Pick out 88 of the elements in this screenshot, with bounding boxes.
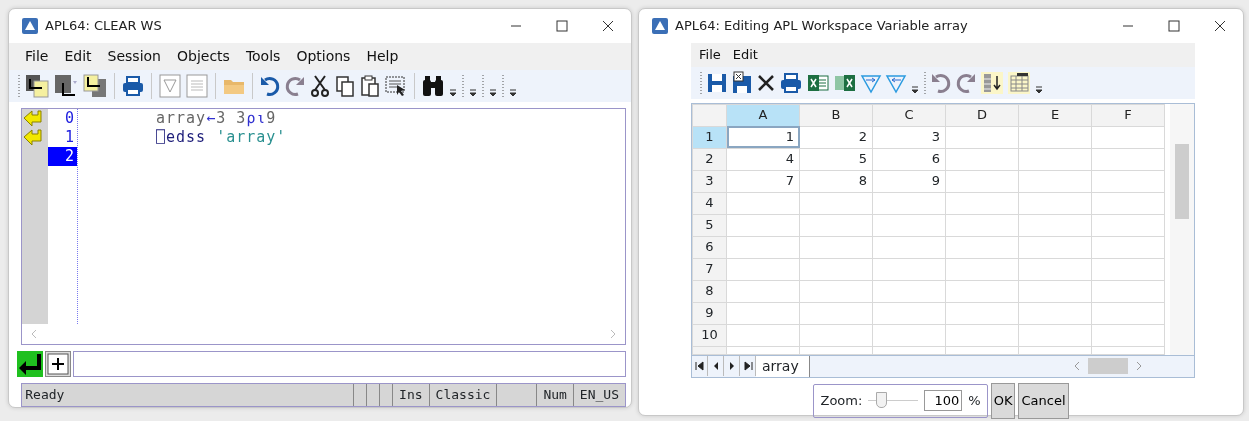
line-number: 2 [48, 147, 77, 166]
menu-item[interactable]: Edit [58, 45, 98, 68]
scroll-left-icon[interactable] [1074, 361, 1080, 371]
maximize-icon [1168, 20, 1180, 32]
menu-item[interactable]: Objects [171, 45, 236, 68]
status-text: Ready [24, 386, 66, 405]
table-cell[interactable]: 6 [872, 148, 946, 170]
zoom-input[interactable]: 100 [924, 389, 963, 412]
status-text: Num [543, 386, 567, 405]
table-cell[interactable]: 1 [726, 126, 800, 148]
paste-icon[interactable] [359, 74, 381, 98]
code-line: ⎕edss 'array' [156, 127, 287, 149]
add-button[interactable] [45, 351, 71, 377]
enter-icon [17, 351, 43, 377]
close-icon [1214, 20, 1226, 32]
menu-item[interactable]: File [19, 45, 55, 68]
undo-icon[interactable] [259, 74, 281, 98]
percent-label: % [968, 391, 981, 410]
menu-item[interactable]: File [693, 44, 727, 66]
vertical-scrollbar[interactable] [1170, 103, 1194, 355]
row-header[interactable]: 4 [692, 192, 727, 214]
print-icon[interactable] [121, 74, 145, 98]
status-text: Ins [399, 386, 423, 405]
column-header[interactable]: D [945, 104, 1019, 126]
toolbar-grip-icon [461, 73, 465, 99]
zoom-label: Zoom: [820, 391, 863, 410]
code-line: array←3 3⍴⍳9 [156, 108, 277, 129]
row-header[interactable]: 9 [692, 302, 727, 324]
row-header[interactable]: 8 [692, 280, 727, 302]
cut-icon[interactable] [309, 74, 331, 98]
table-cell[interactable]: 4 [726, 148, 800, 170]
layout-icon[interactable] [24, 73, 50, 99]
column-header[interactable]: C [872, 104, 946, 126]
menu-item[interactable]: Session [101, 45, 167, 68]
row-header[interactable]: 1 [692, 126, 727, 148]
close-icon [602, 20, 614, 32]
app-logo-icon [651, 17, 669, 35]
status-text: Classic [435, 386, 491, 405]
menu-item[interactable]: Help [360, 45, 405, 68]
cancel-button[interactable]: Cancel [1018, 382, 1069, 419]
row-header[interactable]: 7 [692, 258, 727, 280]
row-header[interactable]: 10 [692, 324, 727, 346]
menu-item[interactable]: Options [290, 45, 357, 68]
table-cell[interactable]: 7 [726, 170, 800, 192]
layout-icon[interactable] [82, 73, 108, 99]
column-header[interactable]: B [799, 104, 873, 126]
maximize-icon [556, 20, 568, 32]
row-header[interactable]: 5 [692, 214, 727, 236]
plus-icon [46, 352, 70, 376]
toolbar-grip-icon [17, 73, 21, 99]
window-title: APL64: Editing APL Workspace Variable array [675, 17, 968, 36]
line-number: 0 [63, 109, 75, 128]
first-sheet-icon[interactable] [693, 360, 706, 372]
toolbar-grip-icon [501, 73, 505, 99]
row-header[interactable]: 3 [692, 170, 727, 192]
app-logo-icon [21, 17, 39, 35]
column-header[interactable]: F [1091, 104, 1165, 126]
binoculars-icon[interactable] [421, 74, 445, 98]
scroll-right-icon[interactable] [1136, 361, 1142, 371]
line-number: 1 [63, 128, 75, 147]
column-header[interactable]: A [726, 104, 800, 126]
last-sheet-icon[interactable] [741, 360, 754, 372]
table-cell[interactable]: 8 [799, 170, 873, 192]
table-cell[interactable]: 5 [799, 148, 873, 170]
column-header[interactable]: E [1018, 104, 1092, 126]
table-cell[interactable]: 3 [872, 126, 946, 148]
save-as-icon[interactable] [731, 70, 753, 95]
execute-button[interactable] [17, 351, 43, 377]
sheet-tab[interactable]: array [756, 355, 810, 377]
ok-button[interactable]: OK [990, 382, 1016, 419]
table-icon[interactable] [1007, 70, 1031, 95]
command-input[interactable] [73, 351, 626, 377]
toolbar-grip-icon [481, 73, 485, 99]
menu-item[interactable]: Edit [726, 44, 764, 66]
status-text: EN_US [579, 386, 619, 405]
table-cell[interactable]: 2 [799, 126, 873, 148]
window-title: APL64: CLEAR WS [45, 17, 162, 36]
layout-icon[interactable] [53, 73, 79, 99]
column-sort-icon[interactable] [980, 70, 1004, 95]
row-header[interactable]: 2 [692, 148, 727, 170]
table-cell[interactable]: 9 [872, 170, 946, 192]
row-header[interactable]: 6 [692, 236, 727, 258]
menu-item[interactable]: Tools [239, 45, 287, 68]
toolbar-grip-icon [923, 69, 927, 96]
copy-icon[interactable] [334, 74, 356, 98]
select-all-icon[interactable] [384, 74, 408, 98]
toolbar-grip-icon [699, 69, 703, 96]
print-icon[interactable] [779, 70, 803, 95]
